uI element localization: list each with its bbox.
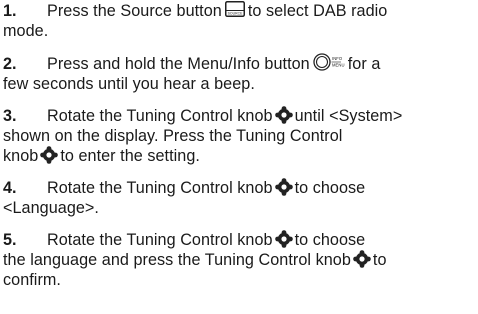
step-5: 5. Rotate the Tuning Control knob to choos… (3, 230, 475, 290)
step-text: Rotate the Tuning Control knob (47, 179, 273, 197)
step-text: shown on the display. Press the Tuning C… (3, 127, 343, 145)
step-text: Press the Source button (47, 2, 222, 20)
step-number: 1. (3, 2, 17, 20)
step-text: to select DAB radio (247, 2, 388, 20)
step-text: to choose (294, 179, 366, 197)
tuning-knob-icon (353, 250, 371, 268)
step-text: <Language>. (3, 199, 99, 217)
step-text: Press and hold the Menu/Info button (47, 55, 310, 73)
step-number: 2. (3, 55, 17, 73)
step-text: the language and press the Tuning Contro… (3, 251, 351, 269)
step-text: few seconds until you hear a beep. (3, 75, 255, 93)
step-number: 4. (3, 179, 17, 197)
step-3: 3. Rotate the Tuning Control knob until <S… (3, 106, 475, 166)
step-text: Rotate the Tuning Control knob (47, 231, 273, 249)
source-icon-label: SOURCE (227, 12, 242, 16)
step-text: to enter the setting. (60, 147, 200, 165)
tuning-knob-icon (40, 146, 59, 164)
menu-icon-label-bottom: MENU (332, 63, 345, 68)
step-1: 1. Press the Source button SOURCE to select… (3, 1, 475, 41)
step-text: Rotate the Tuning Control knob (47, 107, 273, 125)
tuning-knob-icon (274, 106, 293, 124)
step-number: 5. (3, 231, 17, 249)
step-text: to choose (294, 231, 366, 249)
menu-icon-label-top: INFO (332, 56, 343, 61)
step-text: for a (347, 55, 381, 73)
step-2: 2. Press and hold the Menu/Info button INF… (3, 53, 475, 94)
source-button-icon: SOURCE (224, 1, 245, 17)
step-text: until <System> (294, 107, 403, 125)
tuning-knob-icon (274, 230, 293, 248)
step-number: 3. (3, 107, 17, 125)
tuning-knob-icon (274, 178, 293, 196)
step-text: knob (3, 147, 39, 165)
instruction-list: 1. Press the Source button SOURCE to select… (3, 1, 475, 290)
menu-info-button-icon: INFO MENU (313, 53, 347, 71)
step-4: 4. Rotate the Tuning Control knob to choos… (3, 178, 475, 218)
step-text: to (372, 251, 387, 269)
step-text: mode. (3, 22, 49, 40)
step-text: confirm. (3, 271, 61, 289)
